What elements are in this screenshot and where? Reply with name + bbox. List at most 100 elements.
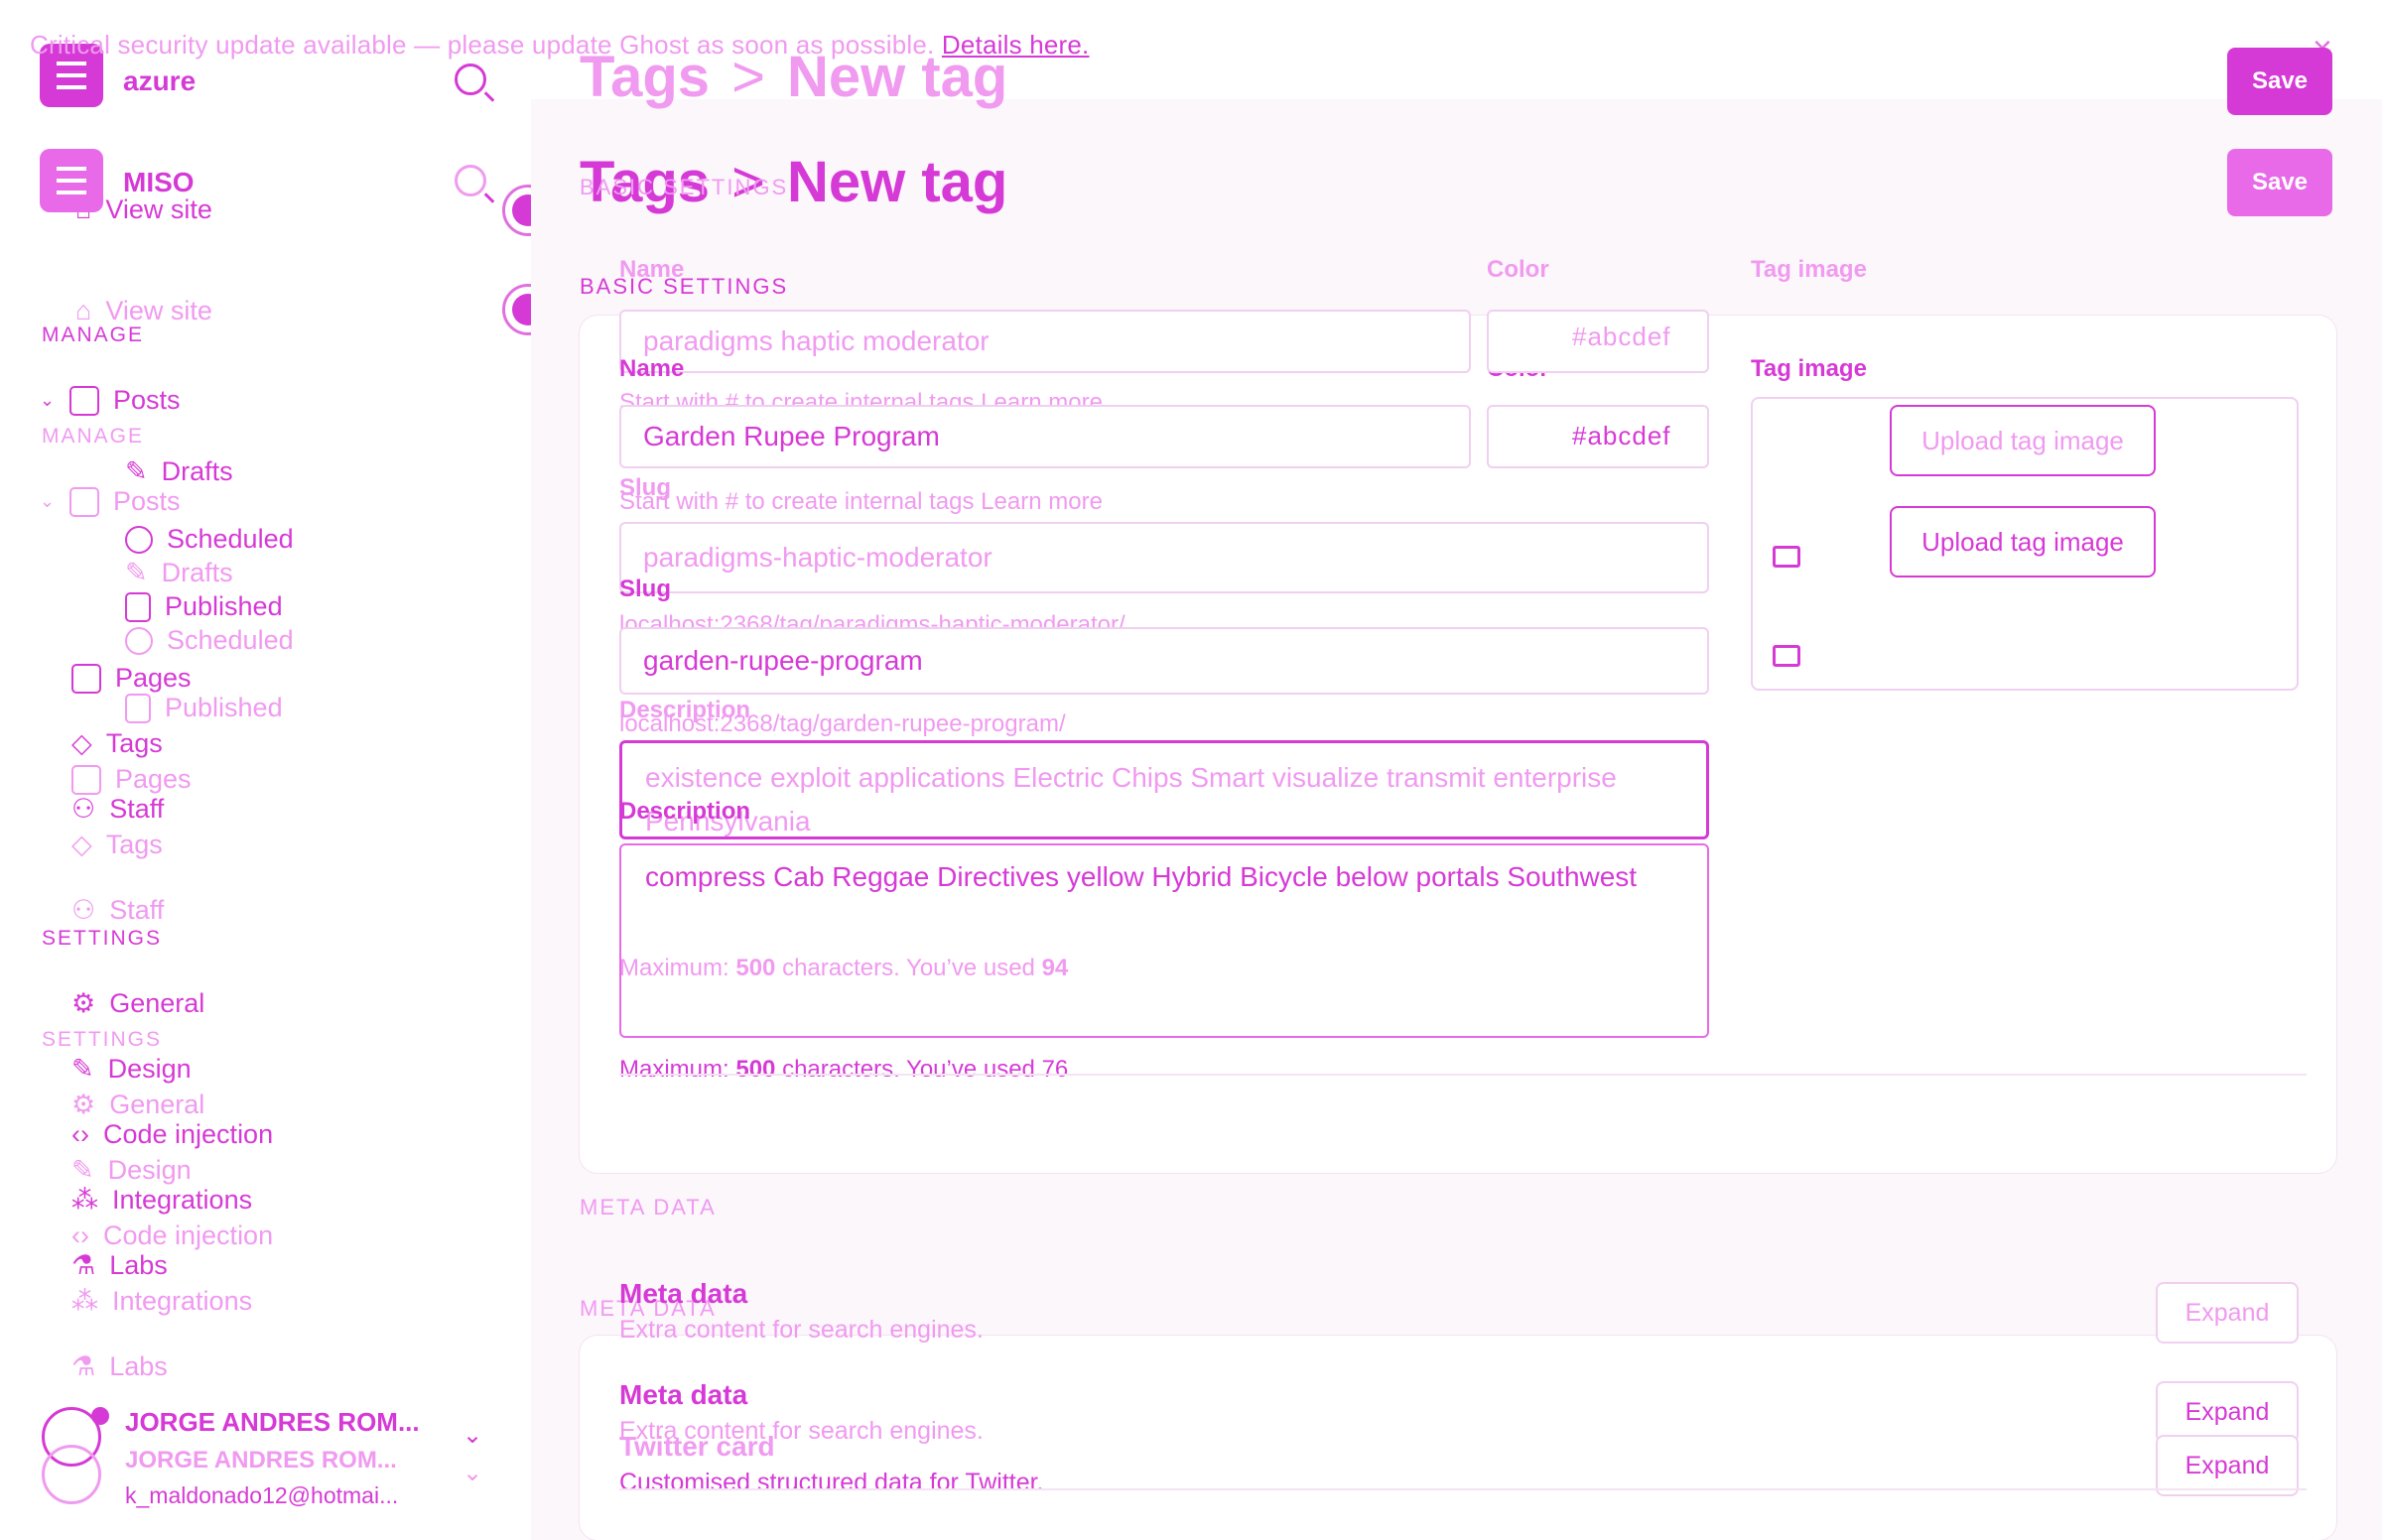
manage-heading: MANAGE [42, 323, 145, 346]
sidebar-item-scheduled[interactable]: Scheduled [125, 524, 294, 555]
sidebar-item-drafts[interactable]: ✎ Drafts [125, 558, 233, 588]
sidebar-item-published[interactable]: Published [125, 693, 283, 723]
description-text: existence exploit applications Electric … [645, 762, 1617, 836]
manage-heading: MANAGE [42, 425, 145, 448]
staff-icon: ⚇ [71, 794, 96, 824]
chevron-down-icon[interactable]: ⌄ [463, 1459, 482, 1487]
sidebar-item-pages[interactable]: Pages [71, 663, 192, 694]
sidebar-item-label: Tags [105, 830, 163, 859]
sidebar-item-labs[interactable]: ⚗ Labs [71, 1250, 168, 1281]
user-name[interactable]: JORGE ANDRES ROM... [125, 1447, 397, 1475]
sidebar-item-posts[interactable]: ⌄ Posts [40, 486, 181, 517]
home-icon: ⌂ [75, 296, 92, 325]
sidebar: azure ⌂ View site MANAGE ⌄ Posts ✎ Drafts S… [0, 0, 526, 1540]
sidebar-item-design[interactable]: ✎ Design [71, 1054, 192, 1085]
sidebar-item-label: Posts [113, 486, 181, 516]
breadcrumb[interactable]: Tags [580, 45, 710, 109]
sidebar-item-integrations[interactable]: ⁂ Integrations [71, 1286, 252, 1317]
chevron-down-icon[interactable]: ⌄ [40, 491, 56, 512]
sidebar-item-general[interactable]: ⚙ General [71, 1090, 204, 1120]
search-icon[interactable] [455, 165, 486, 196]
counter-prefix: Maximum: [619, 1056, 729, 1083]
breadcrumb-separator: > [731, 45, 765, 109]
gear-icon: ⚙ [71, 988, 96, 1018]
sidebar-item-label: Code injection [102, 1119, 274, 1149]
slug-label: Slug [619, 474, 671, 501]
sidebar-item-label: Posts [113, 385, 181, 415]
pages-icon [71, 663, 101, 694]
sidebar-item-label: Pages [115, 764, 192, 794]
sidebar-item-label: Scheduled [167, 625, 294, 655]
user-name[interactable]: JORGE ANDRES ROM... [125, 1407, 420, 1438]
user-email: k_maldonado12@hotmai... [125, 1482, 399, 1508]
chevron-down-icon[interactable]: ⌄ [463, 1421, 482, 1450]
clock-icon [125, 525, 153, 554]
slug-input[interactable]: garden-rupee-program [619, 627, 1709, 695]
sidebar-item-label: Integrations [112, 1185, 253, 1215]
sidebar-item-pages[interactable]: Pages [71, 764, 192, 795]
description-label: Description [619, 697, 751, 723]
sidebar-item-design[interactable]: ✎ Design [71, 1155, 192, 1186]
brush-icon: ✎ [71, 1054, 94, 1084]
sidebar-item-code-injection[interactable]: ‹› Code injection [71, 1119, 273, 1150]
published-icon [125, 693, 151, 723]
avatar[interactable] [42, 1445, 101, 1504]
counter-mid: characters. You’ve used [782, 1056, 1035, 1083]
sidebar-item-tags[interactable]: ◇ Tags [71, 728, 163, 759]
description-counter: Maximum: 500 characters. You’ve used 76 [619, 1056, 1068, 1084]
sidebar-item-label: General [109, 1090, 205, 1119]
status-dot [91, 1407, 109, 1425]
meta-data-heading: META DATA [580, 1195, 717, 1219]
basic-settings-heading: BASIC SETTINGS [580, 175, 789, 199]
sidebar-item-label: Design [107, 1155, 192, 1185]
flask-icon: ⚗ [71, 1351, 96, 1381]
name-input[interactable]: paradigms haptic moderator [619, 310, 1471, 373]
code-icon: ‹› [71, 1119, 89, 1149]
sidebar-item-posts[interactable]: ⌄ Posts [40, 385, 181, 416]
integrations-icon: ⁂ [71, 1286, 98, 1316]
save-button[interactable]: Save [2227, 48, 2332, 115]
expand-twitter-card-button[interactable]: Expand [2156, 1435, 2299, 1496]
name-hint: Start with # to create internal tags Lea… [619, 488, 1103, 515]
twitter-card-description: Customised structured data for Twitter. [619, 1469, 1044, 1496]
code-icon: ‹› [71, 1220, 89, 1250]
divider [619, 1488, 2307, 1490]
brand-logo[interactable] [40, 149, 103, 212]
sidebar-item-label: Staff [109, 895, 165, 925]
pages-icon [71, 764, 101, 795]
posts-icon [69, 385, 99, 416]
counter-used: 94 [1041, 955, 1069, 981]
name-input[interactable]: Garden Rupee Program [619, 405, 1471, 468]
sidebar-item-label: Labs [109, 1351, 168, 1381]
sidebar-item-label: Integrations [112, 1286, 253, 1316]
sidebar-item-scheduled[interactable]: Scheduled [125, 625, 294, 656]
upload-tag-image-button[interactable]: Upload tag image [1890, 405, 2156, 476]
sidebar-item-staff[interactable]: ⚇ Staff [71, 895, 164, 926]
save-button[interactable]: Save [2227, 149, 2332, 216]
sidebar-item-code-injection[interactable]: ‹› Code injection [71, 1220, 273, 1251]
sidebar-item-general[interactable]: ⚙ General [71, 988, 204, 1019]
view-site-link[interactable]: ⌂View site [75, 194, 212, 225]
sidebar-item-integrations[interactable]: ⁂ Integrations [71, 1185, 252, 1216]
slug-input[interactable]: paradigms-haptic-moderator [619, 522, 1709, 593]
brand-name[interactable]: MISO [123, 167, 195, 198]
view-site-link[interactable]: ⌂View site [75, 296, 212, 326]
upload-tag-image-button[interactable]: Upload tag image [1890, 506, 2156, 578]
sidebar-item-staff[interactable]: ⚇ Staff [71, 794, 164, 825]
chevron-down-icon[interactable]: ⌄ [40, 390, 56, 411]
name-label: Name [619, 256, 685, 283]
sidebar-item-drafts[interactable]: ✎ Drafts [125, 456, 233, 487]
sidebar-item-tags[interactable]: ◇ Tags [71, 830, 163, 860]
counter-mid: characters. You’ve used [782, 955, 1035, 981]
description-label: Description [619, 798, 751, 825]
color-label: Color [1487, 256, 1549, 283]
brand-name[interactable]: azure [123, 65, 196, 97]
expand-meta-data-button[interactable]: Expand [2156, 1282, 2299, 1344]
search-icon[interactable] [455, 64, 486, 95]
image-icon [1773, 546, 1800, 568]
view-site-label: View site [105, 194, 212, 224]
sidebar-item-labs[interactable]: ⚗ Labs [71, 1351, 168, 1382]
sidebar-item-label: Published [165, 693, 283, 722]
sidebar-item-published[interactable]: Published [125, 591, 283, 622]
expand-meta-data-button[interactable]: Expand [2156, 1381, 2299, 1443]
